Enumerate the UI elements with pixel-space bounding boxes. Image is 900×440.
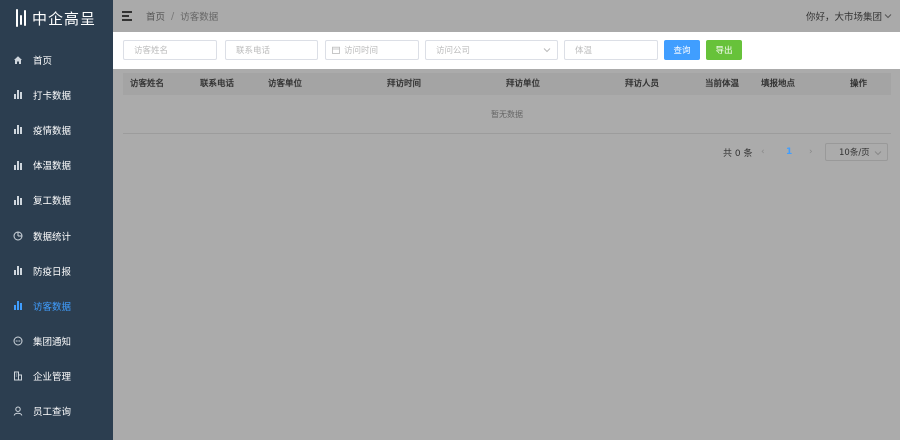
export-button[interactable]: 导出: [706, 40, 742, 60]
top-header: 首页 / 访客数据 你好，大市场集团: [113, 0, 900, 32]
pie-chart-icon: [12, 230, 24, 242]
sidebar-item-group-notice[interactable]: 集团通知: [0, 324, 113, 359]
page-size-select[interactable]: 10条/页: [825, 143, 888, 161]
page-size-value: 10条/页: [839, 148, 870, 158]
sidebar-item-checkin-data[interactable]: 打卡数据: [0, 77, 113, 112]
column-header: 当前体温: [705, 79, 740, 89]
column-header: 填报地点: [761, 79, 796, 89]
table-empty-state: 暂无数据: [123, 95, 891, 134]
bar-chart-icon: [12, 159, 24, 171]
sidebar-item-home[interactable]: 首页: [0, 42, 113, 77]
bar-chart-icon: [12, 124, 24, 136]
phone-placeholder: 联系电话: [236, 46, 271, 56]
sidebar-item-employee-query[interactable]: 员工查询: [0, 394, 113, 429]
sidebar-item-label: 疫情数据: [33, 125, 72, 137]
phone-input[interactable]: 联系电话: [225, 40, 318, 60]
sidebar-menu: 首页 打卡数据 疫情数据 体温数据 复工数据 数据统计 防疫日报 访客数据 集团…: [0, 42, 113, 429]
sidebar: 中企高呈 首页 打卡数据 疫情数据 体温数据 复工数据 数据统计 防疫日报 访客…: [0, 0, 113, 440]
home-icon: [12, 54, 24, 66]
sidebar-item-label: 访客数据: [33, 301, 72, 313]
sidebar-item-label: 防疫日报: [33, 266, 72, 278]
bar-chart-icon: [12, 265, 24, 277]
chevron-down-icon: [543, 48, 551, 53]
pagination-total: 共 0 条: [723, 148, 753, 159]
sidebar-item-resumption-data[interactable]: 复工数据: [0, 183, 113, 218]
logo-mark-icon: [16, 8, 26, 28]
chat-icon: [12, 335, 24, 347]
column-header: 访客单位: [268, 79, 303, 89]
user-menu[interactable]: 你好，大市场集团: [806, 0, 892, 32]
company-select[interactable]: 访问公司: [425, 40, 558, 60]
column-header: 访客姓名: [130, 79, 165, 89]
brand-logo: 中企高呈: [16, 6, 96, 30]
breadcrumb-current: 访客数据: [180, 12, 219, 23]
temperature-placeholder: 体温: [575, 46, 593, 56]
breadcrumb-separator: /: [171, 10, 175, 22]
sidebar-item-label: 首页: [33, 55, 53, 67]
pagination-page-1[interactable]: 1: [786, 143, 792, 161]
temperature-input[interactable]: 体温: [564, 40, 658, 60]
user-icon: [12, 405, 24, 417]
column-header: 联系电话: [200, 79, 235, 89]
bar-chart-icon: [12, 194, 24, 206]
sidebar-item-label: 企业管理: [33, 372, 72, 384]
building-icon: [12, 370, 24, 382]
visit-time-picker[interactable]: 访问时间: [325, 40, 419, 60]
sidebar-item-visitor-data[interactable]: 访客数据: [0, 288, 113, 323]
visitor-name-placeholder: 访客姓名: [134, 46, 169, 56]
chevron-down-icon: [874, 151, 882, 156]
sidebar-item-label: 数据统计: [33, 231, 72, 243]
column-header: 拜访人员: [625, 79, 660, 89]
sidebar-item-label: 复工数据: [33, 196, 72, 208]
sidebar-item-enterprise-mgmt[interactable]: 企业管理: [0, 359, 113, 394]
sidebar-item-temperature-data[interactable]: 体温数据: [0, 148, 113, 183]
breadcrumb-home[interactable]: 首页: [146, 9, 165, 23]
sidebar-item-statistics[interactable]: 数据统计: [0, 218, 113, 253]
sidebar-item-epidemic-data[interactable]: 疫情数据: [0, 112, 113, 147]
menu-toggle-icon[interactable]: [122, 11, 132, 21]
column-header: 拜访单位: [506, 79, 541, 89]
filter-bar: 访客姓名 联系电话 访问时间 访问公司 体温 查询 导出: [113, 32, 900, 69]
sidebar-item-daily-report[interactable]: 防疫日报: [0, 253, 113, 288]
breadcrumb: 首页 / 访客数据: [146, 9, 219, 24]
sidebar-item-label: 打卡数据: [33, 90, 72, 102]
sidebar-item-label: 集团通知: [33, 337, 72, 349]
visitor-name-input[interactable]: 访客姓名: [123, 40, 217, 60]
pagination-next-button[interactable]: ›: [809, 143, 813, 161]
query-button[interactable]: 查询: [664, 40, 700, 60]
sidebar-item-label: 员工查询: [33, 407, 72, 419]
empty-text: 暂无数据: [491, 109, 523, 119]
chevron-down-icon: [884, 14, 892, 19]
column-header: 拜访时间: [387, 79, 422, 89]
visit-time-placeholder: 访问时间: [344, 46, 379, 56]
sidebar-item-label: 体温数据: [33, 161, 72, 173]
table-header: 访客姓名 联系电话 访客单位 拜访时间 拜访单位 拜访人员 当前体温 填报地点 …: [123, 73, 891, 95]
pagination-prev-button[interactable]: ‹: [761, 143, 765, 161]
company-placeholder: 访问公司: [436, 46, 471, 56]
calendar-icon: [332, 46, 340, 54]
brand-name: 中企高呈: [32, 9, 97, 28]
column-header: 操作: [850, 79, 868, 89]
user-greeting: 你好，大市场集团: [805, 12, 882, 23]
bar-chart-icon: [12, 89, 24, 101]
bar-chart-icon: [12, 300, 24, 312]
